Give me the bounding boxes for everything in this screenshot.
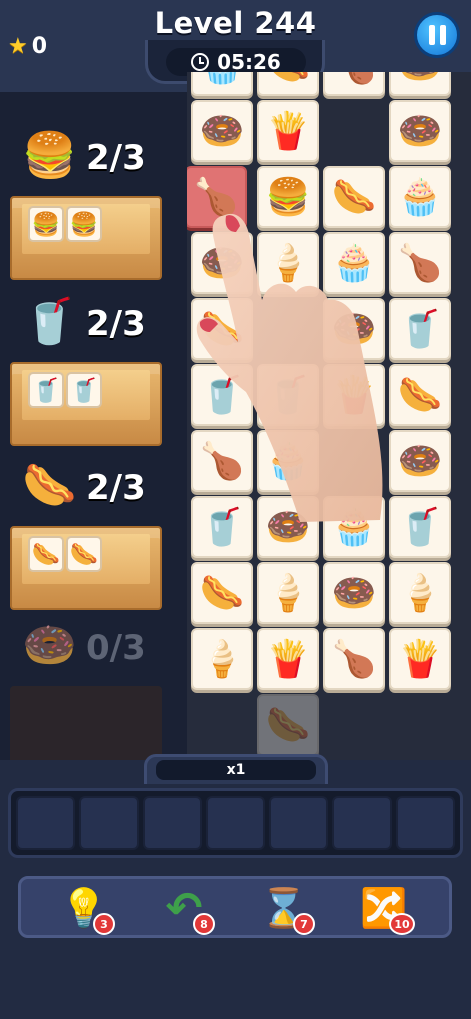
powerup-count-badge: 10 xyxy=(389,913,415,935)
tray-tile: 🥤 xyxy=(66,372,102,408)
board-tile[interactable]: 🍗 xyxy=(389,232,451,294)
board-tile[interactable]: 🍩 xyxy=(191,100,253,162)
goal-count: 2/3 xyxy=(86,138,146,178)
board-tile[interactable]: 🍩 xyxy=(323,298,385,360)
goal-soda: 🥤 2/3 🥤 🥤 xyxy=(10,296,162,446)
pause-button[interactable] xyxy=(414,12,460,58)
board-tile[interactable]: 🍟 xyxy=(257,628,319,690)
board-tile[interactable]: 🍦 xyxy=(389,562,451,624)
game-screen: ★ 0 Level 244 05:26 🍔 2/3 🍔 🍔 🥤 2/3 🥤 🥤 xyxy=(0,0,471,1019)
board-tile[interactable]: 🌭 xyxy=(257,694,319,756)
tray-tile: 🍔 xyxy=(28,206,64,242)
tile-board: 🧁🌭🍗🍩🍩🍟🍩🍗🍔🌭🧁🍩🍦🧁🍗🌭🍩🥤🥤🥤🍟🌭🍗🧁🍩🥤🍩🧁🥤🌭🍦🍩🍦🍦🍟🍗🍟🌭 xyxy=(187,72,471,760)
board-tile[interactable]: 🍦 xyxy=(257,232,319,294)
board-tile[interactable]: 🍩 xyxy=(389,72,451,96)
board-tile[interactable]: 🍟 xyxy=(257,100,319,162)
tray-tile: 🌭 xyxy=(28,536,64,572)
board-tile[interactable]: 🍗 xyxy=(323,72,385,96)
powerup-count-badge: 7 xyxy=(293,913,315,935)
board-tile-selected[interactable]: 🍗 xyxy=(187,166,247,228)
slot xyxy=(395,796,455,850)
board-tile[interactable]: 🍗 xyxy=(191,430,253,492)
timer-value: 05:26 xyxy=(217,50,281,74)
slot xyxy=(205,796,266,850)
powerup-count-badge: 3 xyxy=(93,913,115,935)
board-tile[interactable]: 🧁 xyxy=(323,496,385,558)
goal-donut: 🍩 0/3 xyxy=(10,620,162,770)
powerup-count-badge: 8 xyxy=(193,913,215,935)
board-tile[interactable]: 🥤 xyxy=(389,298,451,360)
hint-bulb-button[interactable]: 💡 3 xyxy=(57,883,115,935)
multiplier-bar: x1 xyxy=(156,760,316,780)
board-tile[interactable]: 🥤 xyxy=(389,496,451,558)
board-tile[interactable]: 🧁 xyxy=(389,166,451,228)
tray-tile: 🌭 xyxy=(66,536,102,572)
goal-burger: 🍔 2/3 🍔 🍔 xyxy=(10,130,162,280)
slot xyxy=(332,796,392,850)
goal-tray: 🥤 🥤 xyxy=(10,362,162,446)
collection-slots xyxy=(8,788,463,858)
goal-hotdog: 🌭 2/3 🌭 🌭 xyxy=(10,460,162,610)
hourglass-button[interactable]: ⌛ 7 xyxy=(257,883,315,935)
goal-tray: 🍔 🍔 xyxy=(10,196,162,280)
slot xyxy=(142,796,202,850)
goal-tray: 🌭 🌭 xyxy=(10,526,162,610)
burger-icon: 🍔 xyxy=(22,130,77,181)
board-tile[interactable]: 🌭 xyxy=(191,562,253,624)
board-tile[interactable]: 🌭 xyxy=(389,364,451,426)
board-tile[interactable]: 🧁 xyxy=(323,232,385,294)
board-tile[interactable]: 🍦 xyxy=(191,628,253,690)
board-tile[interactable]: 🌭 xyxy=(191,298,253,360)
board-tile[interactable]: 🍟 xyxy=(389,628,451,690)
board-tile[interactable]: 🧁 xyxy=(191,72,253,96)
slot xyxy=(79,796,139,850)
tray-tile: 🍔 xyxy=(66,206,102,242)
shuffle-button[interactable]: 🔀 10 xyxy=(357,883,415,935)
donut-icon: 🍩 xyxy=(22,620,77,671)
pause-icon xyxy=(428,25,435,45)
soda-cup-icon: 🥤 xyxy=(22,296,77,347)
clock-icon xyxy=(191,53,210,71)
board-tile[interactable]: 🥤 xyxy=(257,364,319,426)
goal-count: 2/3 xyxy=(86,304,146,344)
board-tile[interactable]: 🍦 xyxy=(257,562,319,624)
board-tile[interactable]: 🧁 xyxy=(257,430,319,492)
slot xyxy=(269,796,329,850)
goal-tray-empty xyxy=(10,686,162,770)
board-tile[interactable]: 🍩 xyxy=(191,232,253,294)
board-tile[interactable]: 🍩 xyxy=(389,100,451,162)
board-tile[interactable]: 🍩 xyxy=(257,496,319,558)
board-tile[interactable]: 🍩 xyxy=(389,430,451,492)
undo-button[interactable]: ↶ 8 xyxy=(157,883,215,935)
board-tile[interactable]: 🥤 xyxy=(191,496,253,558)
board-tile[interactable]: 🌭 xyxy=(257,72,319,96)
hotdog-icon: 🌭 xyxy=(22,460,77,511)
powerup-bar: 💡 3 ↶ 8 ⌛ 7 🔀 10 xyxy=(18,876,452,938)
tray-tile: 🥤 xyxy=(28,372,64,408)
board-tile[interactable]: 🍔 xyxy=(257,166,319,228)
board-tile[interactable]: 🍟 xyxy=(323,364,385,426)
board-tile[interactable]: 🥤 xyxy=(191,364,253,426)
board-tile[interactable]: 🍩 xyxy=(323,562,385,624)
goal-count: 0/3 xyxy=(86,628,146,668)
board-tile[interactable]: 🌭 xyxy=(323,166,385,228)
goal-count: 2/3 xyxy=(86,468,146,508)
slot xyxy=(16,796,76,850)
level-title: Level 244 xyxy=(154,6,317,40)
board-tile[interactable]: 🍗 xyxy=(323,628,385,690)
